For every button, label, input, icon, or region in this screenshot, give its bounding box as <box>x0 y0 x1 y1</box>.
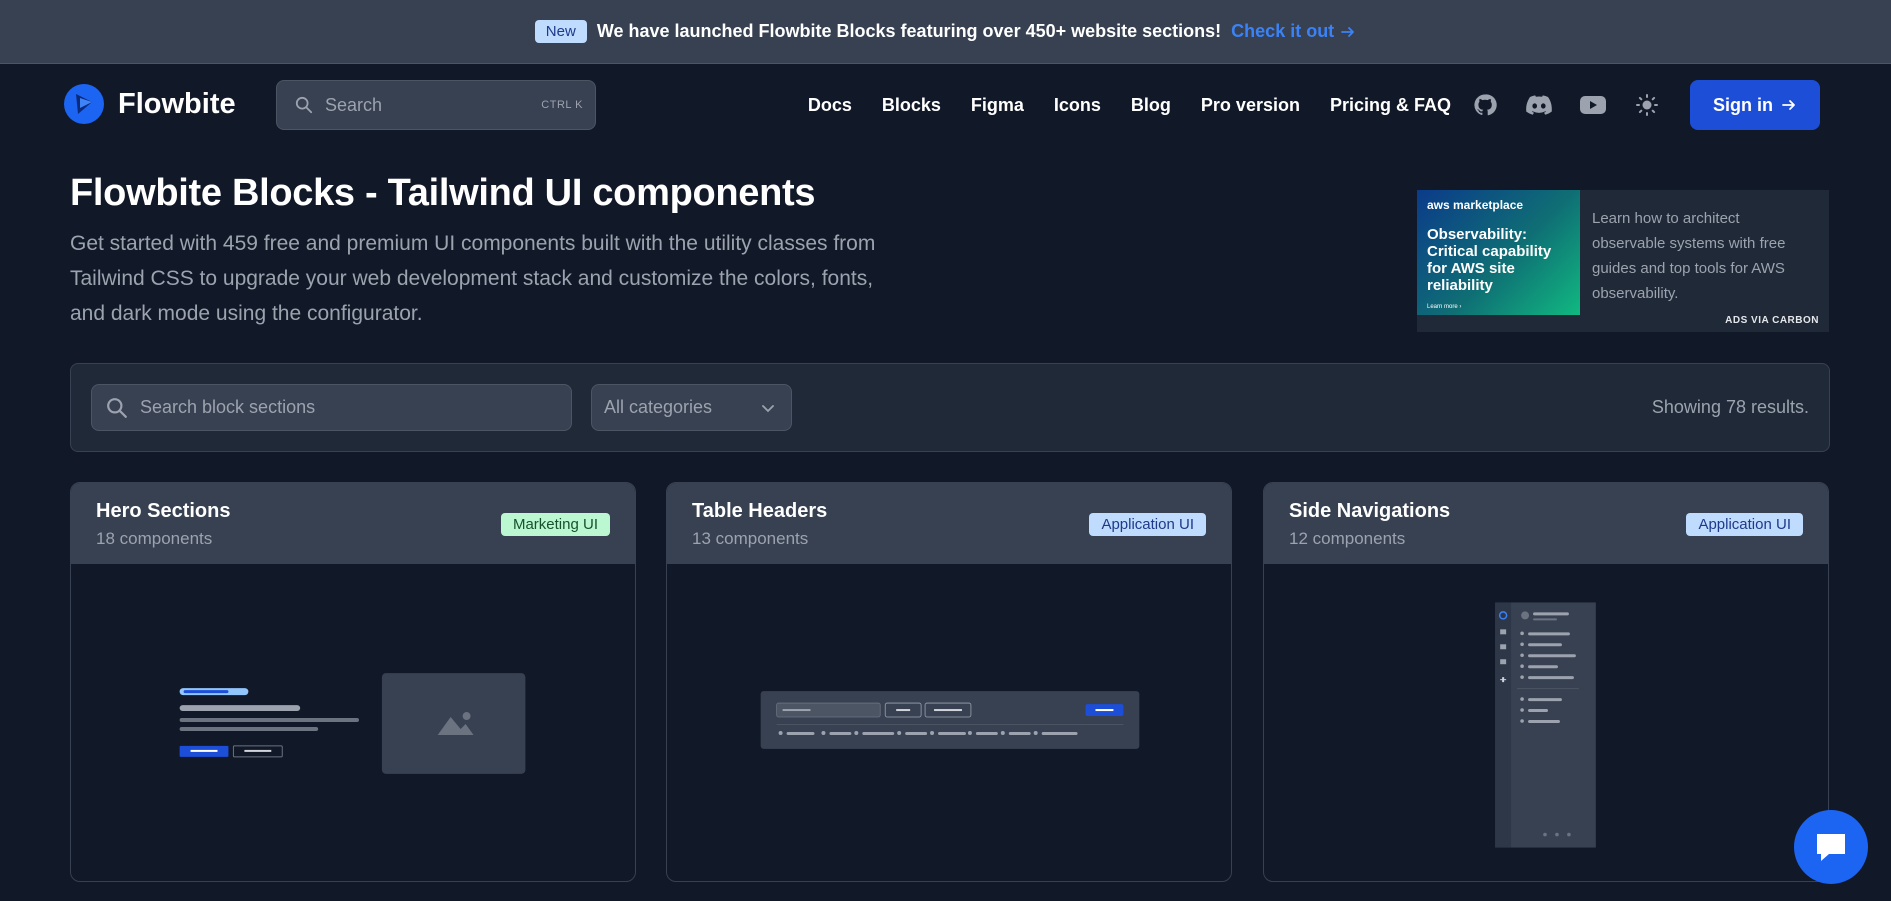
side-navigation-preview <box>1495 602 1596 848</box>
nav-link-blocks[interactable]: Blocks <box>882 95 941 116</box>
results-count: Showing 78 results. <box>1651 397 1809 417</box>
category-select-value: All categories <box>604 397 713 417</box>
announcement-banner: New We have launched Flowbite Blocks fea… <box>0 0 1891 64</box>
block-search-placeholder: Search block sections <box>140 397 316 417</box>
chat-bubble-icon <box>1817 834 1845 861</box>
banner-message: We have launched Flowbite Blocks featuri… <box>596 21 1222 41</box>
table-header-preview <box>760 691 1140 749</box>
card-header: Table Headers 13 components Application … <box>667 483 1231 564</box>
sign-in-button[interactable]: Sign in <box>1690 80 1820 130</box>
ad-brand: aws marketplace <box>1427 198 1524 212</box>
arrow-right-icon <box>1782 100 1795 110</box>
check-it-out-link[interactable]: Check it out <box>1231 21 1356 42</box>
ad-cta: Learn more › <box>1427 304 1462 310</box>
category-badge: Marketing UI <box>500 513 610 536</box>
card-header: Side Navigations 12 components Applicati… <box>1264 483 1828 564</box>
ads-via-carbon-link[interactable]: ADS VIA CARBON <box>1725 315 1819 326</box>
search-icon <box>107 397 127 418</box>
nav-link-icons[interactable]: Icons <box>1054 95 1101 116</box>
category-select[interactable]: All categories <box>591 384 792 431</box>
block-card-hero-sections[interactable]: Hero Sections 18 components Marketing UI <box>70 482 636 882</box>
nav-search-input[interactable]: Search CTRL K <box>276 80 596 130</box>
nav-icon-group <box>1472 80 1660 130</box>
sun-icon[interactable] <box>1634 92 1660 118</box>
page-description: Get started with 459 free and premium UI… <box>70 232 876 325</box>
category-badge: Application UI <box>1089 513 1206 536</box>
carbon-ad[interactable]: aws marketplace Observability: Critical … <box>1417 190 1829 332</box>
youtube-icon[interactable] <box>1580 92 1606 118</box>
nav-search-placeholder: Search <box>325 94 383 115</box>
block-search-input[interactable]: Search block sections <box>91 384 572 431</box>
chat-button[interactable] <box>1794 810 1868 884</box>
nav-link-blog[interactable]: Blog <box>1131 95 1171 116</box>
discord-icon[interactable] <box>1526 92 1552 118</box>
block-card-table-headers[interactable]: Table Headers 13 components Application … <box>666 482 1232 882</box>
new-badge: New <box>534 20 587 43</box>
top-navbar: Flowbite Search CTRL K Docs Blocks Figma… <box>0 64 1891 148</box>
chevron-down-icon <box>762 404 774 412</box>
card-count: 18 components <box>96 529 213 548</box>
arrow-right-icon <box>1341 26 1355 37</box>
nav-link-pro-version[interactable]: Pro version <box>1201 95 1300 116</box>
brand-name: Flowbite <box>118 87 236 120</box>
ad-headline: Observability: Critical capability for A… <box>1427 226 1552 294</box>
page-title: Flowbite Blocks - Tailwind UI components <box>70 172 816 214</box>
card-title: Hero Sections <box>96 500 231 522</box>
category-badge: Application UI <box>1686 513 1803 536</box>
search-icon <box>295 96 313 114</box>
nav-links: Docs Blocks Figma Icons Blog Pro version… <box>808 80 1451 130</box>
check-it-out-label: Check it out <box>1231 21 1335 41</box>
filter-bar: Search block sections All categories Sho… <box>70 363 1830 452</box>
block-card-side-navigations[interactable]: Side Navigations 12 components Applicati… <box>1263 482 1829 882</box>
card-count: 12 components <box>1289 529 1406 548</box>
search-shortcut: CTRL K <box>541 99 583 111</box>
hero-section-preview <box>179 673 526 774</box>
ad-text[interactable]: Learn how to architect observable system… <box>1592 206 1817 306</box>
nav-link-pricing-faq[interactable]: Pricing & FAQ <box>1330 95 1451 116</box>
nav-link-docs[interactable]: Docs <box>808 95 852 116</box>
github-icon[interactable] <box>1472 92 1498 118</box>
card-title: Table Headers <box>692 500 828 522</box>
nav-link-figma[interactable]: Figma <box>971 95 1024 116</box>
card-title: Side Navigations <box>1289 500 1451 522</box>
card-header: Hero Sections 18 components Marketing UI <box>71 483 635 564</box>
card-count: 13 components <box>692 529 809 548</box>
sign-in-label: Sign in <box>1713 94 1773 115</box>
flowbite-logo-icon <box>64 84 104 124</box>
ad-image[interactable]: aws marketplace Observability: Critical … <box>1417 190 1580 315</box>
brand-logo[interactable]: Flowbite <box>64 84 236 124</box>
